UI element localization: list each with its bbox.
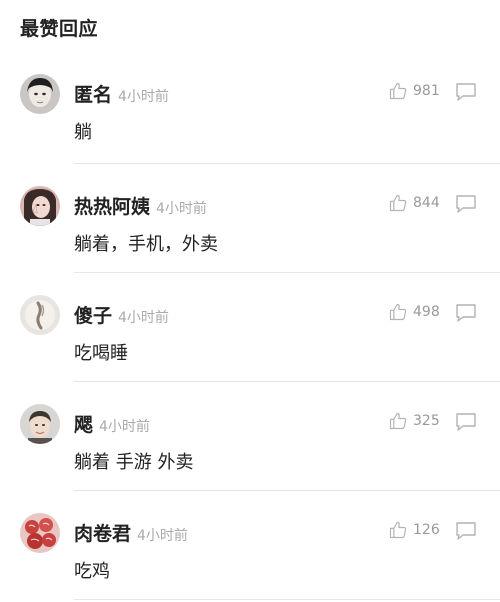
comment-bubble-icon (456, 195, 476, 213)
comment-list: 匿名 4小时前 躺 981 热热阿姨 4小时前 躺着，手机，外卖 844 傻子 … (0, 52, 500, 600)
author-name[interactable]: 肉卷君 (74, 523, 131, 545)
comment-item: 傻子 4小时前 吃喝睡 498 (0, 273, 500, 382)
thumbs-up-icon (389, 82, 407, 100)
avatar-image (20, 74, 60, 114)
comment-time: 4小时前 (118, 310, 169, 326)
like-count: 844 (413, 195, 440, 211)
avatar[interactable] (20, 295, 60, 335)
comment-author[interactable]: 热热阿姨 4小时前 (74, 192, 207, 219)
comment-time: 4小时前 (99, 419, 150, 435)
reply-button[interactable] (455, 303, 477, 323)
thumbs-up-icon (389, 412, 407, 430)
comment-item: 匿名 4小时前 躺 981 (0, 52, 500, 164)
avatar[interactable] (20, 74, 60, 114)
comment-author[interactable]: 傻子 4小时前 (74, 301, 169, 328)
like-button[interactable]: 498 (388, 301, 440, 323)
comment-bubble-icon (456, 83, 476, 101)
comment-author[interactable]: 飔 4小时前 (74, 410, 150, 437)
like-button[interactable]: 126 (388, 519, 440, 541)
comment-author[interactable]: 匿名 4小时前 (74, 80, 169, 107)
comment-time: 4小时前 (137, 528, 188, 544)
avatar[interactable] (20, 404, 60, 444)
author-name[interactable]: 飔 (74, 414, 93, 436)
like-count: 126 (413, 522, 440, 538)
comment-text: 躺着 手游 外卖 (74, 452, 194, 473)
comment-time: 4小时前 (156, 201, 207, 217)
avatar[interactable] (20, 513, 60, 553)
avatar-image (20, 404, 60, 444)
avatar[interactable] (20, 186, 60, 226)
thumbs-up-icon (389, 194, 407, 212)
reply-button[interactable] (455, 521, 477, 541)
reply-button[interactable] (455, 194, 477, 214)
comment-bubble-icon (456, 413, 476, 431)
like-button[interactable]: 981 (388, 80, 440, 102)
comment-text: 吃喝睡 (74, 343, 128, 364)
comment-item: 飔 4小时前 躺着 手游 外卖 325 (0, 382, 500, 491)
reply-button[interactable] (455, 82, 477, 102)
author-name[interactable]: 热热阿姨 (74, 196, 150, 218)
comment-text: 躺着，手机，外卖 (74, 234, 218, 255)
like-count: 325 (413, 413, 440, 429)
avatar-image (20, 186, 60, 226)
thumbs-up-icon (389, 303, 407, 321)
like-button[interactable]: 325 (388, 410, 440, 432)
author-name[interactable]: 傻子 (74, 305, 112, 327)
section-title: 最赞回应 (20, 18, 99, 40)
author-name[interactable]: 匿名 (74, 84, 112, 106)
comment-time: 4小时前 (118, 89, 169, 105)
avatar-image (20, 513, 60, 553)
comment-bubble-icon (456, 522, 476, 540)
reply-button[interactable] (455, 412, 477, 432)
like-count: 981 (413, 83, 440, 99)
like-count: 498 (413, 304, 440, 320)
comment-item: 热热阿姨 4小时前 躺着，手机，外卖 844 (0, 164, 500, 273)
divider (74, 599, 500, 600)
comment-author[interactable]: 肉卷君 4小时前 (74, 519, 188, 546)
comment-bubble-icon (456, 304, 476, 322)
like-button[interactable]: 844 (388, 192, 440, 214)
comment-text: 躺 (74, 122, 92, 143)
comment-item: 肉卷君 4小时前 吃鸡 126 (0, 491, 500, 600)
comment-text: 吃鸡 (74, 561, 110, 582)
thumbs-up-icon (389, 521, 407, 539)
avatar-image (20, 295, 60, 335)
